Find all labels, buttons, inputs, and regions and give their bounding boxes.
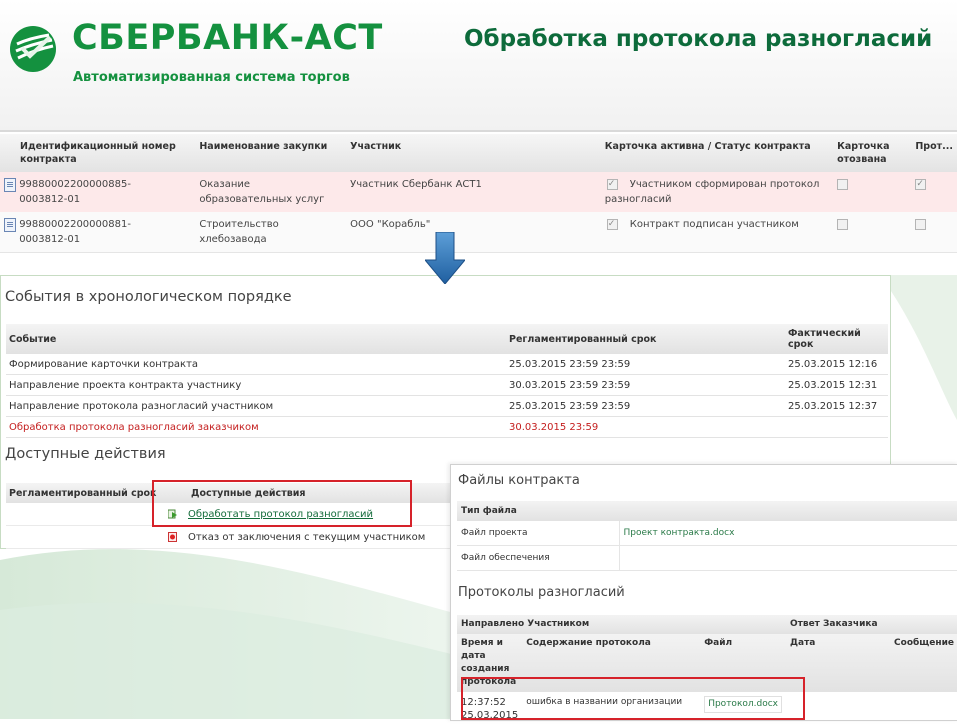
actions-title: Доступные действия (5, 446, 166, 462)
file-type: Файл проекта (457, 521, 619, 546)
col-answer-message: Сообщение (890, 634, 957, 692)
col-file-type: Тип файла (457, 501, 957, 521)
col-protocol: Прот... (911, 134, 957, 172)
col-action-deadline: Регламентированный срок (6, 483, 161, 503)
brand-name: СБЕРБАНК-АСТ (72, 18, 383, 58)
col-participant: Участник (346, 134, 601, 172)
col-deadline: Регламентированный срок (506, 324, 785, 354)
arrow-down-icon (425, 232, 465, 284)
event-deadline: 30.03.2015 23:59 23:59 (506, 374, 785, 396)
protocol-checkbox (915, 177, 927, 192)
contract-row[interactable]: 99880002200000885-0003812-01 Оказание об… (0, 172, 957, 212)
protocol-checkbox (915, 218, 927, 230)
event-name: Обработка протокола разногласий заказчик… (6, 416, 506, 438)
purchase-name: Оказание образовательных услуг (195, 172, 347, 212)
file-link[interactable]: Проект контракта.docx (618, 521, 957, 546)
events-panel: События в хронологическом порядке Событи… (0, 275, 891, 473)
active-checkbox (606, 217, 618, 232)
document-icon[interactable] (4, 178, 16, 192)
files-table: Тип файла Файл проекта Проект контракта.… (457, 501, 957, 571)
event-name: Направление проекта контракта участнику (6, 374, 506, 396)
contracts-table: Идентификационный номер контракта Наимен… (0, 134, 957, 253)
document-icon[interactable] (4, 218, 16, 232)
event-row: Направление проекта контракта участнику … (6, 374, 888, 396)
protocols-title: Протоколы разногласий (458, 585, 625, 600)
group-sent-by-participant: Направлено Участником (457, 615, 786, 634)
active-checkbox (606, 177, 618, 192)
col-status: Карточка активна / Статус контракта (600, 134, 834, 172)
action-row: Отказ от заключения с текущим участником (6, 525, 451, 549)
revoked-checkbox (837, 178, 849, 190)
answer-message (890, 692, 957, 726)
header-divider (0, 130, 957, 132)
group-customer-answer: Ответ Заказчика (786, 615, 957, 634)
file-type: Файл обеспечения (457, 545, 619, 571)
revoked-checkbox (837, 218, 849, 230)
events-header-row: Событие Регламентированный срок Фактичес… (6, 324, 888, 354)
event-row: Направление протокола разногласий участн… (6, 395, 888, 417)
event-actual: 25.03.2015 12:16 (785, 354, 888, 375)
sberbank-logo-icon (10, 26, 56, 72)
refuse-action-label[interactable]: Отказ от заключения с текущим участником (188, 532, 425, 543)
contracts-header-row: Идентификационный номер контракта Наимен… (0, 134, 957, 172)
file-row: Файл проекта Проект контракта.docx (457, 521, 957, 546)
event-deadline: 30.03.2015 23:59 (506, 416, 785, 438)
event-actual: 25.03.2015 12:31 (785, 374, 888, 396)
contract-row[interactable]: 99880002200000881-0003812-01 Строительст… (0, 212, 957, 253)
event-deadline: 25.03.2015 23:59 23:59 (506, 354, 785, 375)
events-title: События в хронологическом порядке (5, 289, 292, 305)
file-row: Файл обеспечения (457, 545, 957, 571)
participant-name: ООО "Корабль" (346, 212, 601, 253)
col-event: Событие (6, 324, 506, 354)
slide-title: Обработка протокола разногласий (464, 26, 933, 52)
brand-subtitle: Автоматизированная система торгов (73, 70, 350, 85)
contract-status: Участником сформирован протокол разногла… (604, 179, 820, 205)
event-name: Направление протокола разногласий участн… (6, 395, 506, 417)
col-revoked: Карточка отозвана (833, 134, 912, 172)
file-link (618, 545, 957, 571)
contract-status: Контракт подписан участником (629, 219, 799, 230)
highlight-protocol-row (461, 677, 805, 720)
participant-name: Участник Сбербанк АСТ1 (346, 172, 601, 212)
col-contract-id: Идентификационный номер контракта (0, 134, 196, 172)
refuse-icon (168, 531, 177, 542)
contract-id[interactable]: 99880002200000881-0003812-01 (19, 217, 169, 247)
contract-id[interactable]: 99880002200000885-0003812-01 (19, 177, 169, 207)
col-purchase-name: Наименование закупки (195, 134, 347, 172)
event-row: Формирование карточки контракта 25.03.20… (6, 354, 888, 375)
event-deadline: 25.03.2015 23:59 23:59 (506, 395, 785, 417)
col-actual: Фактический срок (785, 324, 888, 354)
event-row-pending: Обработка протокола разногласий заказчик… (6, 416, 888, 438)
purchase-name: Строительство хлебозавода (195, 212, 347, 253)
events-table: Событие Регламентированный срок Фактичес… (6, 324, 888, 438)
highlight-process-action (152, 480, 412, 527)
event-actual: 25.03.2015 12:37 (785, 395, 888, 417)
files-title: Файлы контракта (458, 473, 580, 488)
event-name: Формирование карточки контракта (6, 354, 506, 375)
event-actual (785, 416, 888, 438)
